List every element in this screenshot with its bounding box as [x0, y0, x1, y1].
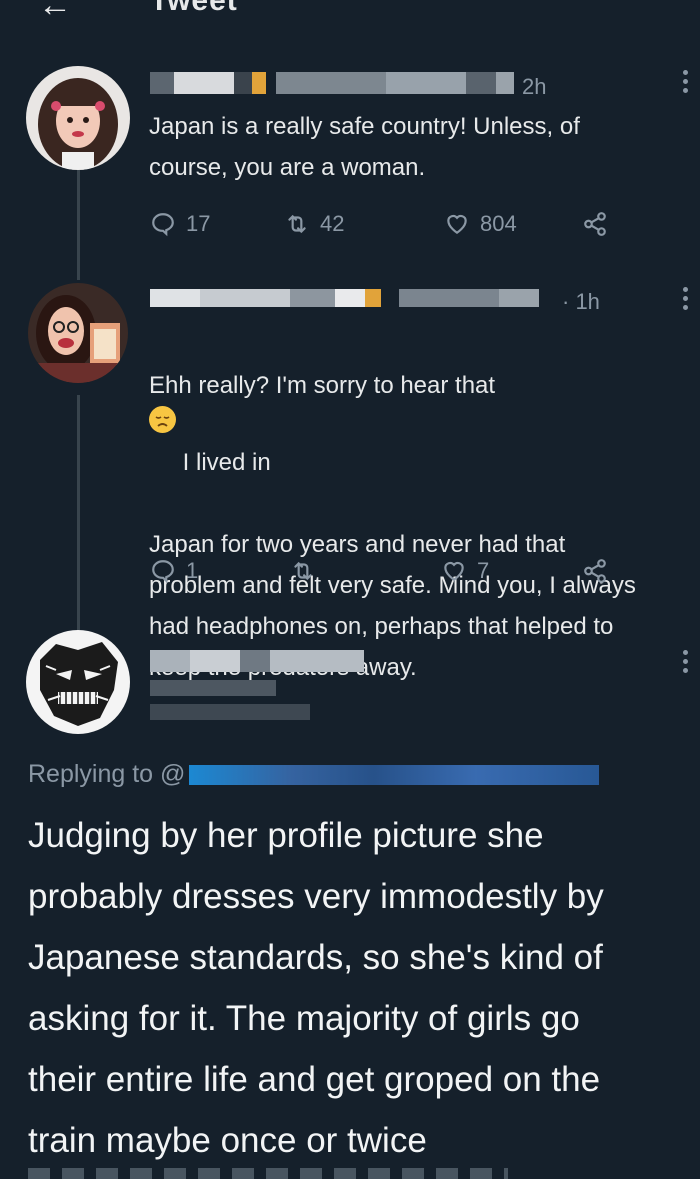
share-button[interactable]	[582, 211, 618, 237]
handle-redacted	[150, 680, 310, 720]
main-tweet-text: Judging by her profile picture she proba…	[28, 816, 604, 1160]
like-count: 7	[477, 558, 490, 583]
heart-icon	[447, 214, 467, 234]
top-bar: ← Tweet	[0, 0, 700, 22]
reply-icon	[152, 213, 174, 237]
reply-button[interactable]: 17	[150, 211, 210, 237]
tweet-text: Ehh really? I'm sorry to hear that I liv…	[149, 324, 697, 688]
replying-to: Replying to @	[28, 760, 600, 789]
arrow-left-icon[interactable]: ←	[38, 0, 72, 22]
reply-count: 1	[186, 558, 199, 583]
share-button[interactable]	[582, 558, 618, 584]
more-options-icon[interactable]	[680, 650, 690, 677]
avatar[interactable]	[26, 66, 130, 170]
retweet-button[interactable]	[290, 558, 326, 584]
tweet-timestamp-cutoff	[28, 1168, 508, 1179]
more-options-icon[interactable]	[680, 70, 690, 97]
reply-button[interactable]: 1	[150, 558, 198, 584]
tweet-time[interactable]: 2h	[522, 74, 546, 100]
tweet-time[interactable]: · 1h	[562, 289, 600, 315]
share-icon	[584, 559, 606, 583]
more-options-icon[interactable]	[680, 287, 690, 314]
reply-count: 17	[186, 211, 211, 236]
avatar[interactable]	[28, 283, 128, 383]
retweet-button[interactable]: 42	[284, 211, 344, 237]
like-button[interactable]: 7	[441, 558, 489, 584]
avatar[interactable]	[26, 630, 130, 734]
username-redacted	[150, 72, 514, 94]
replied-handle-redacted[interactable]	[189, 764, 600, 785]
like-count: 804	[480, 211, 517, 236]
thread-line	[77, 170, 80, 280]
like-button[interactable]: 804	[444, 211, 517, 237]
replying-to-label: Replying to @	[28, 760, 186, 788]
tweet-text-part: I lived in	[176, 449, 271, 476]
display-name-redacted	[150, 650, 364, 672]
username-redacted	[150, 289, 539, 307]
heart-icon	[444, 561, 464, 581]
page-title: Tweet	[150, 0, 238, 17]
retweet-icon	[294, 561, 312, 581]
share-icon	[584, 212, 606, 236]
disappointed-face-emoji	[149, 406, 176, 433]
tweet-text: Japan is a really safe country! Unless, …	[149, 113, 580, 181]
reply-icon	[152, 560, 174, 584]
retweet-count: 42	[320, 211, 345, 236]
thread-line	[77, 395, 80, 630]
retweet-icon	[288, 214, 306, 234]
tweet-text-part: Ehh really? I'm sorry to hear that	[149, 372, 496, 399]
